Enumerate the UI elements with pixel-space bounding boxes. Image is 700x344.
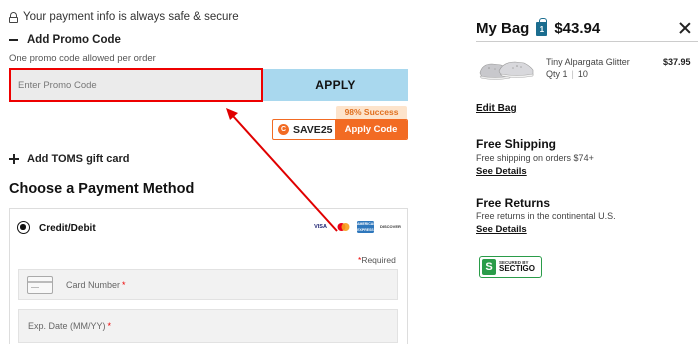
apply-coupon-button[interactable]: Apply Code [335, 120, 407, 139]
mastercard-icon [336, 221, 351, 233]
bag-total: $43.94 [554, 20, 601, 37]
plus-icon [9, 154, 19, 164]
minus-icon [9, 39, 18, 41]
discover-icon: DISCOVER [380, 224, 401, 229]
required-note: *Required [358, 255, 396, 265]
free-returns-title: Free Returns [476, 196, 551, 210]
exp-date-field[interactable]: Exp. Date (MM/YY) * [18, 309, 398, 343]
promo-code-input[interactable] [9, 68, 263, 102]
item-qty-size: Qty 1 | 10 [546, 69, 588, 79]
card-number-field[interactable]: Card Number * [18, 269, 398, 300]
shipping-details-link[interactable]: See Details [476, 166, 527, 177]
card-number-placeholder: Card Number [66, 279, 121, 290]
sectigo-shield-icon: S [482, 259, 496, 275]
credit-debit-label[interactable]: Credit/Debit [39, 223, 96, 234]
visa-icon: VISA [314, 224, 327, 230]
coupon-code: SAVE25 [293, 123, 333, 136]
close-icon[interactable] [679, 22, 691, 34]
coupon-extension-logo-icon: C [278, 124, 289, 135]
item-name: Tiny Alpargata Glitter [546, 57, 630, 67]
credit-card-icon [27, 275, 53, 294]
free-shipping-desc: Free shipping on orders $74+ [476, 153, 594, 163]
item-price: $37.95 [663, 57, 691, 67]
bag-header: My Bag 1 $43.94 [476, 17, 601, 37]
secure-text: Your payment info is always safe & secur… [23, 11, 239, 23]
edit-bag-link[interactable]: Edit Bag [476, 103, 517, 114]
returns-details-link[interactable]: See Details [476, 224, 527, 235]
coupon-success-badge: 98% Success [336, 106, 407, 119]
bag-title: My Bag [476, 20, 530, 37]
sectigo-badge: S SECURED BY SECTIGO [479, 256, 542, 278]
gift-card-toggle[interactable]: Add TOMS gift card [9, 153, 129, 165]
payment-method-title: Choose a Payment Method [9, 181, 195, 197]
promo-heading: Add Promo Code [27, 34, 121, 46]
product-image [479, 61, 534, 80]
coupon-code-box: C SAVE25 [273, 120, 335, 139]
secure-payment-notice: Your payment info is always safe & secur… [9, 11, 239, 23]
sectigo-brand: SECTIGO [499, 264, 536, 274]
divider [476, 41, 698, 42]
credit-debit-radio[interactable] [17, 221, 30, 234]
apply-promo-button[interactable]: APPLY [263, 69, 408, 101]
promo-code-toggle[interactable]: Add Promo Code [9, 34, 121, 46]
shopping-bag-icon: 1 [536, 17, 548, 36]
coupon-suggestion[interactable]: C SAVE25 Apply Code [272, 119, 408, 140]
lock-icon [9, 11, 18, 23]
amex-icon: AMERICAN EXPRESS [357, 221, 376, 233]
free-shipping-title: Free Shipping [476, 137, 557, 151]
exp-date-placeholder: Exp. Date (MM/YY) [28, 321, 106, 331]
free-returns-desc: Free returns in the continental U.S. [476, 211, 616, 221]
promo-note: One promo code allowed per order [9, 53, 156, 64]
gift-card-label: Add TOMS gift card [27, 153, 130, 165]
